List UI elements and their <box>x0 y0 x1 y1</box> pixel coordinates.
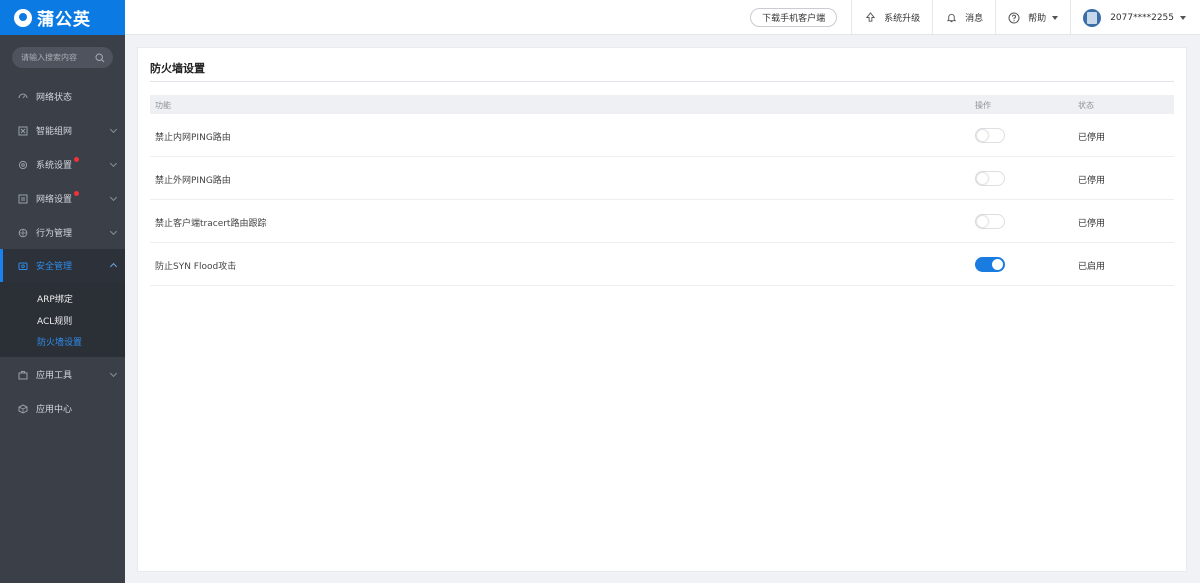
toggle-knob <box>992 259 1003 270</box>
feature-name: 禁止客户端tracert路由跟踪 <box>155 219 267 229</box>
column-header-status: 状态 <box>1078 101 1094 110</box>
toggle-knob <box>977 130 988 141</box>
account-label: 2077****2255 <box>1110 12 1174 23</box>
bell-icon <box>945 12 957 24</box>
help-menu[interactable]: 帮助 <box>995 0 1070 35</box>
sidebar-item-label: 应用中心 <box>36 405 73 415</box>
toggle-knob <box>977 173 988 184</box>
sidebar-item-label: 安全管理 <box>36 262 73 272</box>
sidebar-item-system-settings[interactable]: 系统设置 <box>0 148 125 181</box>
chevron-down-icon <box>109 159 118 168</box>
network-status-icon <box>18 92 28 102</box>
column-header-feature: 功能 <box>155 101 171 110</box>
chevron-down-icon <box>1180 15 1186 20</box>
sidebar-item-label: 智能组网 <box>36 127 73 137</box>
top-bar: 蒲公英 下载手机客户端 系统升级 消息 帮助 2077****2255 <box>0 0 1200 35</box>
sidebar-subitem-acl-rules[interactable]: ACL规则 <box>37 314 72 327</box>
help-label: 帮助 <box>1028 14 1047 24</box>
upgrade-icon <box>864 12 876 24</box>
table-row: 禁止内网PING路由 已停用 <box>150 114 1174 157</box>
chevron-down-icon <box>109 227 118 236</box>
status-text: 已停用 <box>1078 133 1106 143</box>
sidebar-item-network-status[interactable]: 网络状态 <box>0 80 125 113</box>
toolbox-icon <box>18 370 28 380</box>
gear-icon <box>18 160 28 170</box>
feature-name: 防止SYN Flood攻击 <box>155 262 237 272</box>
status-text: 已停用 <box>1078 219 1106 229</box>
sidebar-search <box>12 47 113 68</box>
status-text: 已停用 <box>1078 176 1106 186</box>
notification-badge <box>74 157 80 162</box>
table-row: 禁止外网PING路由 已停用 <box>150 157 1174 200</box>
firewall-settings-panel: 防火墙设置 功能 操作 状态 禁止内网PING路由 已停用 禁止外网PING路由… <box>137 47 1187 572</box>
chevron-down-icon <box>1052 15 1059 20</box>
table-header: 功能 操作 状态 <box>150 95 1174 114</box>
sidebar-item-app-center[interactable]: 应用中心 <box>0 392 125 425</box>
table-row: 防止SYN Flood攻击 已启用 <box>150 243 1174 286</box>
sidebar-item-label: 系统设置 <box>36 161 73 171</box>
table-row: 禁止客户端tracert路由跟踪 已停用 <box>150 200 1174 243</box>
feature-name: 禁止外网PING路由 <box>155 176 231 186</box>
column-header-action: 操作 <box>975 101 991 110</box>
title-divider <box>150 81 1174 82</box>
sidebar-item-behavior-management[interactable]: 行为管理 <box>0 216 125 249</box>
sidebar-item-label: 行为管理 <box>36 229 73 239</box>
brand-logo[interactable]: 蒲公英 <box>0 0 125 35</box>
download-app-button[interactable]: 下载手机客户端 <box>750 8 838 27</box>
smart-network-icon <box>18 126 28 136</box>
sidebar: 网络状态 智能组网 系统设置 网络设置 行为管理 安全管理 <box>0 35 125 583</box>
account-menu[interactable]: 2077****2255 <box>1070 0 1200 35</box>
sidebar-item-app-tools[interactable]: 应用工具 <box>0 358 125 391</box>
toggle-switch[interactable] <box>975 257 1005 272</box>
chevron-down-icon <box>109 193 118 202</box>
system-upgrade-label: 系统升级 <box>884 14 921 24</box>
chevron-up-icon <box>109 262 118 271</box>
avatar <box>1083 8 1102 27</box>
search-icon[interactable] <box>95 52 105 63</box>
behavior-icon <box>18 228 28 238</box>
sidebar-subitem-firewall-settings[interactable]: 防火墙设置 <box>37 335 82 348</box>
feature-name: 禁止内网PING路由 <box>155 133 231 143</box>
status-text: 已启用 <box>1078 262 1106 272</box>
messages-button[interactable]: 消息 <box>932 0 995 35</box>
brand-name: 蒲公英 <box>37 10 91 30</box>
question-circle-icon <box>1008 12 1020 24</box>
toggle-switch[interactable] <box>975 171 1005 186</box>
page-title: 防火墙设置 <box>150 62 205 75</box>
network-settings-icon <box>18 194 28 204</box>
sidebar-item-security-management[interactable]: 安全管理 <box>0 249 125 282</box>
toggle-switch[interactable] <box>975 214 1005 229</box>
security-icon <box>18 261 28 271</box>
notification-badge <box>74 191 80 196</box>
chevron-down-icon <box>109 369 118 378</box>
chevron-down-icon <box>109 125 118 134</box>
toggle-switch[interactable] <box>975 128 1005 143</box>
sidebar-item-smart-network[interactable]: 智能组网 <box>0 114 125 147</box>
system-upgrade-button[interactable]: 系统升级 <box>851 0 932 35</box>
sidebar-item-label: 网络设置 <box>36 195 73 205</box>
sidebar-item-network-settings[interactable]: 网络设置 <box>0 182 125 215</box>
sidebar-item-label: 网络状态 <box>36 93 73 103</box>
search-input[interactable] <box>21 53 95 62</box>
header-actions: 下载手机客户端 系统升级 消息 帮助 2077****2255 <box>750 0 1200 35</box>
sidebar-subitem-arp-binding[interactable]: ARP绑定 <box>37 292 73 305</box>
security-submenu: ARP绑定 ACL规则 防火墙设置 <box>0 282 125 357</box>
dandelion-logo-icon <box>14 8 32 27</box>
toggle-knob <box>977 216 988 227</box>
app-center-icon <box>18 403 28 414</box>
messages-label: 消息 <box>965 14 984 24</box>
sidebar-item-label: 应用工具 <box>36 371 73 381</box>
